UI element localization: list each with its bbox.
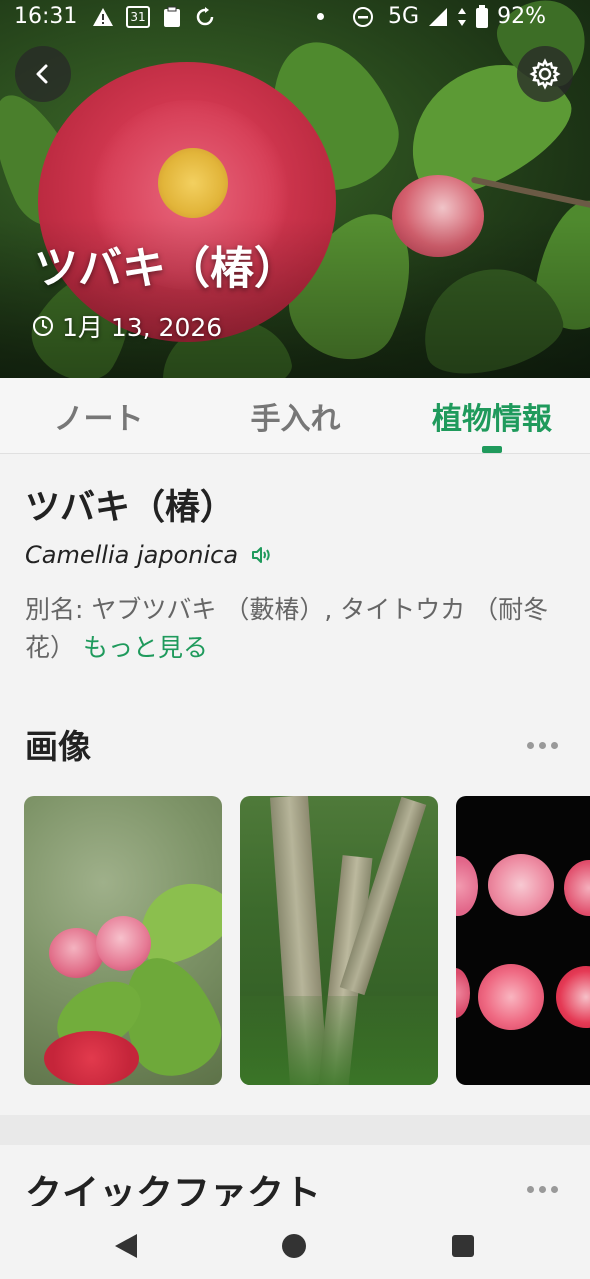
speaker-icon[interactable] — [250, 544, 274, 566]
triangle-back-icon — [115, 1234, 137, 1258]
image-card-flowers[interactable] — [456, 796, 590, 1085]
plant-name: ツバキ（椿） — [25, 488, 236, 528]
dot-icon — [317, 13, 325, 20]
image-card-trunk[interactable] — [240, 796, 438, 1085]
data-arrows-icon — [458, 7, 467, 26]
scientific-name: Camellia japonica — [25, 541, 239, 569]
quick-facts-more-button[interactable] — [527, 1179, 567, 1199]
tab-plant-info[interactable]: 植物情報 — [394, 378, 590, 454]
aliases-text: 別名: ヤブツバキ （藪椿）, タイトウカ （耐冬花） もっと見る — [25, 591, 565, 667]
warning-icon — [93, 8, 113, 26]
app-screen: 16:31 31 5G 92% ツバキ（椿） 1月 13, 2026 ノート 手… — [0, 0, 590, 1279]
square-recents-icon — [452, 1235, 474, 1257]
system-nav-bar — [0, 1206, 590, 1279]
images-section-title: 画像 — [25, 727, 91, 766]
calendar-icon: 31 — [126, 6, 150, 28]
back-button[interactable] — [15, 46, 71, 102]
signal-icon — [429, 7, 448, 26]
clock-icon — [33, 316, 53, 336]
more-dots-icon — [527, 1185, 534, 1193]
battery-level: 92% — [497, 4, 546, 29]
gear-icon — [529, 58, 561, 90]
more-dots-icon — [527, 741, 534, 749]
date-text: 1月 13, 2026 — [62, 313, 223, 342]
settings-button[interactable] — [517, 46, 573, 102]
hero-title: ツバキ（椿） — [34, 243, 298, 294]
status-bar: 16:31 31 5G 92% — [0, 0, 590, 36]
do-not-disturb-icon — [353, 6, 374, 27]
image-card-buds[interactable] — [24, 796, 222, 1085]
battery-icon — [476, 4, 489, 28]
circle-home-icon — [282, 1234, 306, 1258]
sync-icon — [196, 7, 214, 26]
chevron-left-icon — [36, 64, 48, 84]
section-divider — [0, 1115, 590, 1145]
tab-care[interactable]: 手入れ — [197, 378, 394, 454]
clipboard-icon — [164, 6, 180, 27]
active-tab-indicator — [482, 446, 502, 453]
tab-notes[interactable]: ノート — [0, 378, 197, 454]
nav-back-button[interactable] — [106, 1226, 146, 1266]
tab-bar: ノート 手入れ 植物情報 — [0, 378, 590, 454]
nav-home-button[interactable] — [274, 1226, 314, 1266]
network-label: 5G — [388, 4, 420, 29]
images-more-button[interactable] — [527, 735, 567, 755]
status-time: 16:31 — [14, 4, 78, 29]
images-carousel[interactable] — [24, 796, 590, 1085]
show-more-link[interactable]: もっと見る — [83, 633, 208, 662]
hero-date: 1月 13, 2026 — [32, 308, 222, 344]
nav-recents-button[interactable] — [443, 1226, 483, 1266]
scientific-name-row: Camellia japonica — [25, 541, 274, 569]
